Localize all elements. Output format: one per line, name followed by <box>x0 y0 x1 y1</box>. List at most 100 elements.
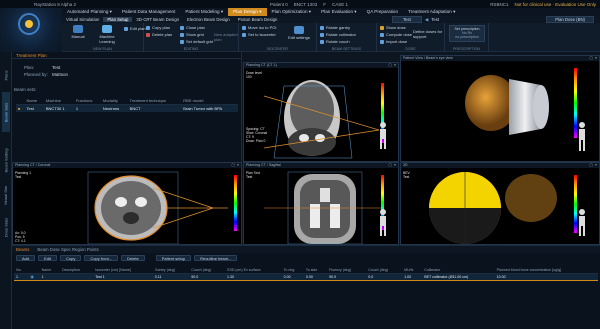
col-machine: Machine <box>43 97 74 105</box>
patient-orientation-figure-icon <box>380 122 386 149</box>
delete-plan-button[interactable]: Delete plan <box>146 32 172 37</box>
col-name: Name <box>24 97 44 105</box>
menu-automated-planning[interactable]: Automated Planning ▾ <box>62 8 117 16</box>
edit-plan-button[interactable]: Edit plan <box>124 26 146 31</box>
plan-select[interactable]: Test <box>392 16 422 23</box>
move-iso-button[interactable]: Move iso to POI <box>242 25 276 30</box>
beamset-arrow-icon: ◀ <box>424 16 429 22</box>
show-dose-button[interactable]: Show dose <box>380 25 406 30</box>
close-icon <box>180 25 184 30</box>
col-modality: Modality <box>100 97 128 105</box>
ribbon: Manual Machine Learning Edit plan NEW PL… <box>62 23 600 52</box>
ribbon-group-editing: Copy plan Delete plan Close plan Show gr… <box>144 23 239 52</box>
copy-beam-button[interactable]: Copy <box>60 254 82 261</box>
cell-isocenter: Test 1 <box>93 273 153 281</box>
group-label-beam-settings: BEAM SETTINGS <box>331 47 362 51</box>
ribbon-group-prescription: Set prescription No Rx no prescription P… <box>445 23 489 52</box>
planned-by-label: Planned by: <box>24 72 48 77</box>
group-label-isocenter: ISOCENTER <box>267 47 288 51</box>
sidebar-item-beam-setting[interactable]: Beam Setting <box>2 142 10 178</box>
edit-beam-button[interactable]: Edit <box>38 254 58 261</box>
set-default-grid-button[interactable]: Set default grid <box>180 39 213 44</box>
manual-button[interactable]: Manual <box>64 25 92 39</box>
logo-dot-icon <box>25 20 33 28</box>
patient-orientation-figure-icon <box>380 209 386 236</box>
delete-beam-button[interactable]: Delete <box>121 254 145 261</box>
cell-mu: 1.00 <box>402 273 423 281</box>
cell-technique: BNCT <box>127 104 182 112</box>
viewport-3d-patient[interactable]: Patient View / Beam's eye view ▢ ≡ <box>400 55 600 162</box>
cell-fractions: 1 <box>73 104 101 112</box>
dose-colorbar <box>234 175 237 231</box>
rotate-collimator-button[interactable]: Rotate collimator <box>320 32 356 37</box>
sagittal-ct-image <box>264 171 384 244</box>
tab-virtual-simulation[interactable]: Virtual Simulation <box>62 17 103 22</box>
machine-learning-button[interactable]: Machine Learning <box>92 25 122 44</box>
left-sidebar: Plans Beam Sets Beam Setting Virtual Sim… <box>0 52 12 329</box>
beam-setup-button[interactable]: Reoutline beam... <box>194 254 238 261</box>
copy-from-button[interactable]: Copy from... <box>84 254 119 261</box>
col-fractions: Fractions <box>73 97 101 105</box>
tab-3dcrt-beam-design[interactable]: 3D-CRT Beam Design <box>132 17 183 22</box>
menu-plan-evaluation[interactable]: Plan Evaluation ▾ <box>316 8 362 16</box>
menu-patient-modeling[interactable]: Patient Modeling ▾ <box>180 8 228 16</box>
3d-head-render <box>465 75 549 135</box>
table-row[interactable]: ■ Test BNCT30 1 1 Neutrons BNCT Brain Tu… <box>16 104 238 112</box>
close-plan-button[interactable]: Close plan <box>180 25 205 30</box>
rotate-gantry-button[interactable]: Rotate gantry <box>320 25 350 30</box>
cell-couch: 90.0 <box>189 273 226 281</box>
plan-value: Test <box>52 65 61 70</box>
compute-dose-button[interactable]: Compute dose <box>380 32 412 37</box>
plan-label: Plan: <box>24 65 35 70</box>
app-title: RayStation 8 Alpha 2 <box>34 1 77 7</box>
delete-icon <box>146 32 150 37</box>
viewport-axial[interactable]: Planning CT / Coronal ▢ ≡ Planning 1 Test … <box>12 162 242 245</box>
cell-to-side: 0.00 <box>303 273 328 281</box>
viewport-bev[interactable]: 3D ▢ ≡ BEV Test <box>400 162 600 245</box>
ribbon-group-isocenter: Move iso to POI Set to isocenter Edit se… <box>239 23 317 52</box>
import-dose-button[interactable]: Import dose <box>380 39 407 44</box>
menu-plan-optimization[interactable]: Plan Optimization ▾ <box>267 8 317 16</box>
tab-electron-beam-design[interactable]: Electron Beam Design <box>183 17 234 22</box>
copy-plan-button[interactable]: Copy plan <box>146 25 170 30</box>
viewport-coronal[interactable]: Planning CT (CT 1) ▢ ≡ Dose level 100 Spac… <box>243 62 399 162</box>
menu-qa-preparation[interactable]: QA Preparation <box>362 8 403 16</box>
add-beam-button[interactable]: Add <box>16 254 36 261</box>
case-name: CASE 1 <box>331 1 348 7</box>
tab-beams[interactable]: Beams <box>12 247 33 252</box>
gantry-icon <box>320 25 324 30</box>
define-dose-button[interactable]: Define doses for support <box>413 29 443 39</box>
dose-icon <box>380 25 384 30</box>
treatment-plan-panel: Treatment Plan Plan: Test Planned by: Ma… <box>12 52 242 162</box>
coronal-ct-image <box>263 80 380 159</box>
sidebar-item-beam-sets[interactable]: Beam Sets <box>2 92 10 132</box>
prescription-box[interactable]: Set prescription No Rx no prescription <box>449 25 485 42</box>
dose-select[interactable]: Plan Dose (BN) <box>546 16 594 23</box>
beams-panel: Beams Beam Dose Spec Region Points Add E… <box>12 245 600 329</box>
edit-icon <box>124 26 128 31</box>
tab-plan-setup[interactable]: Plan Setup <box>103 17 133 22</box>
sidebar-item-plans[interactable]: Plans <box>2 60 10 90</box>
cell-to-ring: 0.00 <box>281 273 304 281</box>
tab-beam-dose-spec[interactable]: Beam Dose Spec Region Points <box>33 247 102 252</box>
rotate-couch-button[interactable]: Rotate couch <box>320 39 350 44</box>
new-adapted-plan-button[interactable]: New adapted plan <box>214 32 238 42</box>
menu-patient-data-management[interactable]: Patient Data Management <box>117 8 180 16</box>
sidebar-item-virtual-sim[interactable]: Virtual Sim <box>2 180 10 210</box>
cell-modality: Neutrons <box>100 104 128 112</box>
sidebar-item-dose-stats[interactable]: Dose Stats <box>2 212 10 242</box>
beamset-select[interactable]: Test <box>431 17 439 22</box>
edit-settings-button[interactable]: Edit settings <box>285 26 313 40</box>
menu-treatment-adaptation[interactable]: Treatment Adaptation ▾ <box>403 8 460 16</box>
viewport-sagittal[interactable]: Planning CT / Sagittal ▢ ≡ Plan Test Test <box>243 162 399 245</box>
menu-plan-design[interactable]: Plan Design ▾ <box>228 8 267 16</box>
main-menu: Automated Planning ▾ Patient Data Manage… <box>62 8 600 16</box>
show-grid-button[interactable]: Show grid <box>180 32 204 37</box>
group-label-new-plan: NEW PLAN <box>93 47 112 51</box>
cell-ssd: 1.30 <box>225 273 282 281</box>
patient-setup-button[interactable]: Patient setup <box>155 254 192 261</box>
set-iso-button[interactable]: Set to isocenter <box>242 32 276 37</box>
tab-proton-beam-design[interactable]: Proton Beam Design <box>234 17 282 22</box>
beams-table: No. Name Description Isocenter (cm) [Nam… <box>14 267 598 281</box>
table-row[interactable]: 1 ▣ 1 Test 1 0.11 90.0 1.30 0.00 0.00 90… <box>14 273 598 281</box>
